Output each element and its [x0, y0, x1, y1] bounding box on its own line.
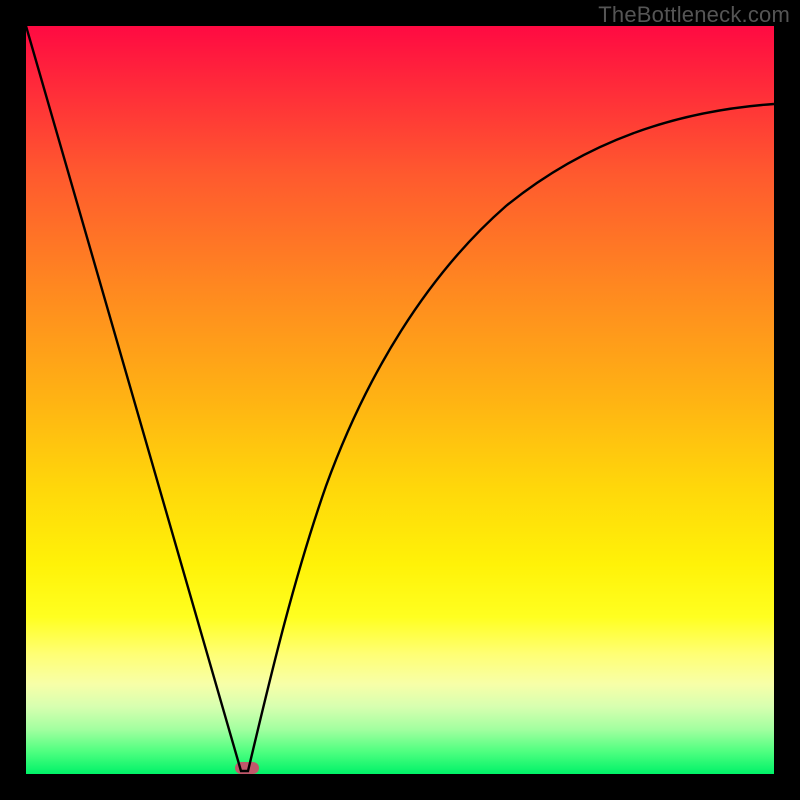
bottleneck-curve — [26, 26, 774, 774]
watermark-text: TheBottleneck.com — [598, 2, 790, 28]
curve-path — [26, 26, 774, 771]
plot-area — [26, 26, 774, 774]
